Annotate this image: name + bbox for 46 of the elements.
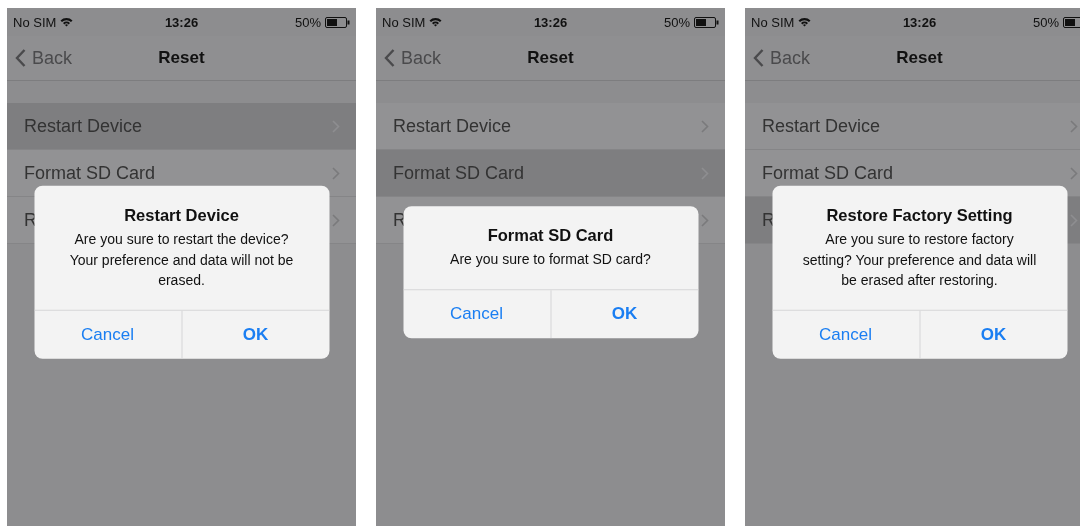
battery-percent: 50% xyxy=(663,14,690,30)
settings-row[interactable]: Format SD Card xyxy=(376,150,725,197)
back-button[interactable]: Back xyxy=(7,47,73,69)
alert-button[interactable]: OK xyxy=(919,310,1067,359)
chevron-icon xyxy=(332,166,340,180)
alert-title: Restart Device xyxy=(123,205,240,225)
carrier-label: No SIM xyxy=(382,14,426,30)
alert-button[interactable]: OK xyxy=(181,310,329,359)
wifi-icon xyxy=(429,17,443,27)
alert-message: Are you sure to format SD card? xyxy=(449,250,652,270)
battery-icon xyxy=(1063,16,1080,28)
settings-row[interactable]: Restart Device xyxy=(7,103,356,150)
alert-title: Format SD Card xyxy=(486,226,615,246)
alert-title: Restore Factory Setting xyxy=(825,205,1014,225)
back-button[interactable]: Back xyxy=(376,47,442,69)
alert-button[interactable]: Cancel xyxy=(403,289,550,338)
chevron-icon xyxy=(332,213,340,227)
carrier-label: No SIM xyxy=(751,14,795,30)
alert-message: Are you sure to restart the device? Your preference and data will not be erased. xyxy=(68,229,295,290)
alert-button[interactable]: Cancel xyxy=(772,310,919,359)
settings-row[interactable]: Restart Device xyxy=(376,103,725,150)
screen-title: Reset xyxy=(158,48,205,68)
chevron-icon xyxy=(1070,119,1078,133)
wifi-icon xyxy=(798,17,812,27)
battery-icon xyxy=(694,16,719,28)
clock-time: 13:26 xyxy=(902,14,937,30)
wifi-icon xyxy=(60,17,74,27)
screen-title: Reset xyxy=(527,48,574,68)
back-chevron-icon xyxy=(15,49,26,67)
back-chevron-icon xyxy=(753,49,764,67)
battery-icon xyxy=(325,16,350,28)
chevron-icon xyxy=(701,213,709,227)
alert-button[interactable]: OK xyxy=(550,289,698,338)
battery-percent: 50% xyxy=(294,14,321,30)
clock-time: 13:26 xyxy=(533,14,568,30)
alert-message: Are you sure to restore factory setting? Your preference and data will be erased after restoring. xyxy=(801,229,1038,290)
chevron-icon xyxy=(701,119,709,133)
carrier-label: No SIM xyxy=(13,14,57,30)
clock-time: 13:26 xyxy=(164,14,199,30)
back-button[interactable]: Back xyxy=(745,47,811,69)
battery-percent: 50% xyxy=(1032,14,1059,30)
chevron-icon xyxy=(1070,166,1078,180)
screen-title: Reset xyxy=(896,48,943,68)
alert-button[interactable]: Cancel xyxy=(34,310,181,359)
settings-row[interactable]: Restart Device xyxy=(745,103,1080,150)
back-chevron-icon xyxy=(384,49,395,67)
